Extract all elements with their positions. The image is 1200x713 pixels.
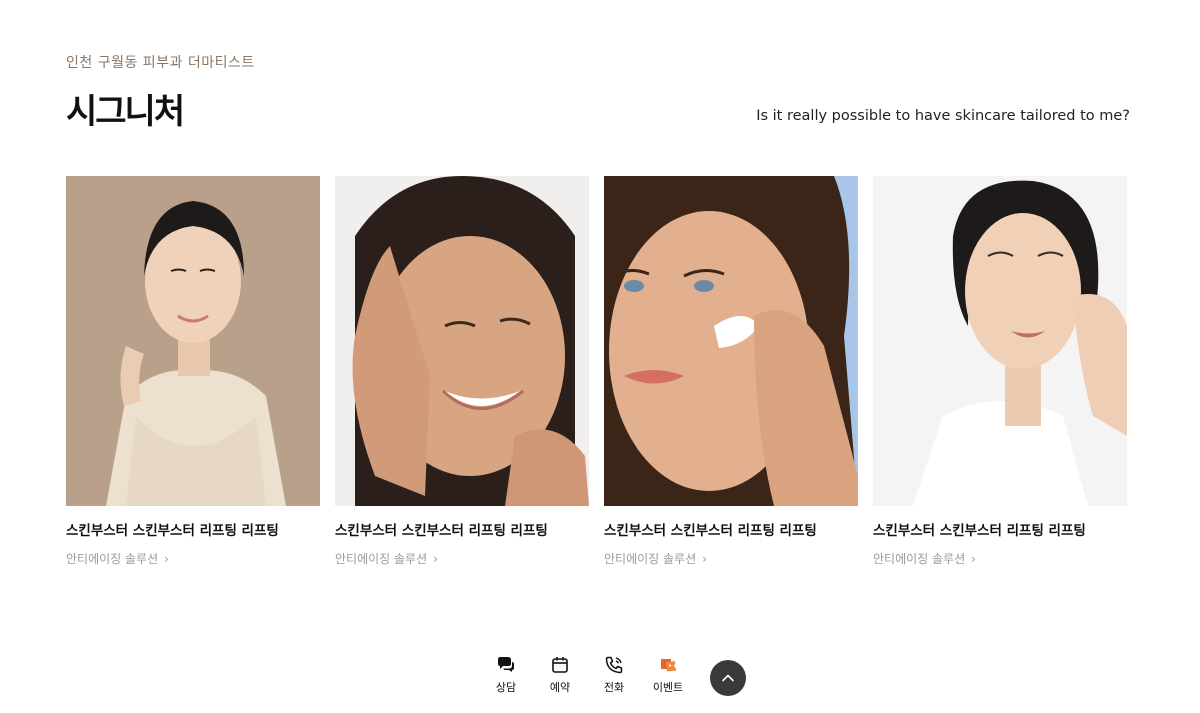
signature-card[interactable]: 스킨부스터 스킨부스터 리프팅 리프팅 안티에이징 솔루션 › [66,176,320,567]
card-subtitle: 안티에이징 솔루션 [335,552,428,566]
chevron-right-icon: › [164,551,169,566]
quick-event-button[interactable]: 이벤트 [652,655,684,695]
section-tagline: Is it really possible to have skincare t… [756,108,1130,124]
card-link[interactable]: 안티에이징 솔루션 › [604,550,858,567]
chevron-up-icon [722,674,734,682]
quick-call-button[interactable]: 전화 [598,655,630,695]
chevron-right-icon: › [971,551,976,566]
phone-icon [605,656,623,674]
signature-card[interactable]: 스킨부스터 스킨부스터 리프팅 리프팅 안티에이징 솔루션 › [873,176,1127,567]
card-title: 스킨부스터 스킨부스터 리프팅 리프팅 [604,523,817,539]
card-title: 스킨부스터 스킨부스터 리프팅 리프팅 [66,523,279,539]
quick-call-label: 전화 [603,681,625,694]
event-ticket-icon [661,659,677,672]
signature-section: 인천 구월동 피부과 더마티스트 시그니처 Is it really possi… [0,0,1200,713]
quick-reserve-label: 예약 [549,681,571,694]
chat-bubbles-icon [498,657,514,672]
section-eyebrow: 인천 구월동 피부과 더마티스트 [66,55,255,71]
chevron-right-icon: › [433,551,438,566]
card-photo [873,176,1127,506]
scroll-top-button[interactable] [710,660,746,696]
card-subtitle: 안티에이징 솔루션 [873,552,966,566]
card-photo [66,176,320,506]
signature-card[interactable]: 스킨부스터 스킨부스터 리프팅 리프팅 안티에이징 솔루션 › [604,176,858,567]
signature-card-list: 스킨부스터 스킨부스터 리프팅 리프팅 안티에이징 솔루션 › 스킨부스터 스킨… [66,176,1130,567]
quick-consult-button[interactable]: 상담 [490,655,522,695]
card-link[interactable]: 안티에이징 솔루션 › [873,550,1127,567]
quick-consult-label: 상담 [495,681,517,694]
card-subtitle: 안티에이징 솔루션 [604,552,697,566]
card-photo [335,176,589,506]
card-title: 스킨부스터 스킨부스터 리프팅 리프팅 [335,523,548,539]
signature-card[interactable]: 스킨부스터 스킨부스터 리프팅 리프팅 안티에이징 솔루션 › [335,176,589,567]
section-title: 시그니처 [66,92,185,132]
quick-reserve-button[interactable]: 예약 [544,655,576,695]
card-photo [604,176,858,506]
calendar-icon [552,657,568,673]
card-subtitle: 안티에이징 솔루션 [66,552,159,566]
quick-event-label: 이벤트 [652,681,684,694]
card-link[interactable]: 안티에이징 솔루션 › [66,550,320,567]
card-link[interactable]: 안티에이징 솔루션 › [335,550,589,567]
quick-menu-bar: 상담 예약 전화 이벤트 [0,655,1200,696]
chevron-right-icon: › [702,551,707,566]
card-title: 스킨부스터 스킨부스터 리프팅 리프팅 [873,523,1086,539]
